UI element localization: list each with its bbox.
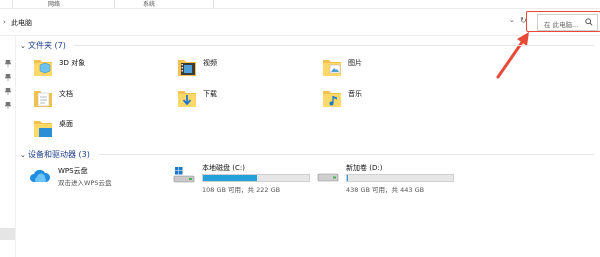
drive-usage-bar xyxy=(202,174,310,182)
drive-name: 新加卷 (D:) xyxy=(346,164,383,172)
folder-item-3d-objects[interactable]: 3D 对象 xyxy=(33,56,153,80)
drive-capacity-text: 108 GB 可用，共 222 GB xyxy=(202,186,281,194)
pin-icon[interactable] xyxy=(5,88,11,95)
drive-name: WPS云盘 xyxy=(58,167,88,175)
folder-label: 音乐 xyxy=(348,90,362,98)
documents-folder-icon xyxy=(34,91,52,107)
ribbon-tab-strip: 网络 系统 xyxy=(0,0,600,9)
folder-item-documents[interactable]: 文档 xyxy=(33,87,153,111)
section-header-folders[interactable]: ⌄ 文件夹 (7) xyxy=(20,40,66,51)
ribbon-separator xyxy=(114,0,115,9)
3d-objects-folder-icon xyxy=(34,60,52,76)
drive-subtitle: 双击进入WPS云盘 xyxy=(58,179,112,187)
folder-item-videos[interactable]: 视频 xyxy=(177,56,297,80)
downloads-folder-icon xyxy=(178,91,196,107)
folder-label: 下载 xyxy=(203,90,217,98)
folder-item-downloads[interactable]: 下载 xyxy=(177,87,297,111)
pictures-folder-icon xyxy=(323,60,341,76)
drive-capacity-text: 438 GB 可用，共 443 GB xyxy=(346,186,425,194)
folder-label: 视频 xyxy=(203,59,217,67)
music-folder-icon xyxy=(323,91,341,107)
navigation-pane xyxy=(0,36,16,257)
drive-usage-fill xyxy=(203,175,258,181)
drive-item-d[interactable]: 新加卷 (D:) 438 GB 可用，共 443 GB xyxy=(317,163,467,197)
folder-item-desktop[interactable]: 桌面 xyxy=(33,117,153,141)
highlight-box xyxy=(526,11,600,32)
collapse-chevron-icon[interactable]: ⌄ xyxy=(20,151,28,159)
address-breadcrumb[interactable]: 此电脑 xyxy=(11,18,32,28)
folder-label: 图片 xyxy=(348,59,362,67)
folder-label: 文档 xyxy=(59,90,73,98)
breadcrumb-chevron-icon[interactable]: › xyxy=(3,18,6,26)
section-divider xyxy=(74,45,594,46)
tab-system[interactable]: 系统 xyxy=(143,0,155,9)
drive-item-wps-cloud[interactable]: WPS云盘 双击进入WPS云盘 xyxy=(29,166,169,196)
wps-cloud-icon xyxy=(30,169,51,182)
section-title: 设备和驱动器 (3) xyxy=(28,150,90,159)
section-header-drives[interactable]: ⌄ 设备和驱动器 (3) xyxy=(20,149,90,160)
nav-selected-item[interactable] xyxy=(0,228,15,240)
folder-label: 3D 对象 xyxy=(59,59,86,67)
folder-label: 桌面 xyxy=(59,120,73,128)
ribbon-separator xyxy=(12,0,13,9)
windows-drive-icon xyxy=(173,167,195,183)
collapse-chevron-icon[interactable]: ⌄ xyxy=(20,42,28,50)
drive-usage-fill xyxy=(347,175,349,181)
drive-item-c[interactable]: 本地磁盘 (C:) 108 GB 可用，共 222 GB xyxy=(173,163,323,197)
section-divider xyxy=(99,154,594,155)
section-title: 文件夹 (7) xyxy=(28,41,66,50)
annotation-arrow-icon xyxy=(496,32,529,79)
pin-icon[interactable] xyxy=(5,60,11,67)
drive-name: 本地磁盘 (C:) xyxy=(202,164,245,172)
ribbon-separator xyxy=(213,0,214,9)
pin-icon[interactable] xyxy=(5,74,11,81)
desktop-folder-icon xyxy=(34,121,52,137)
address-dropdown-icon[interactable]: ⌄ xyxy=(509,16,515,24)
folder-item-pictures[interactable]: 图片 xyxy=(322,56,442,80)
drive-icon xyxy=(317,173,339,182)
videos-folder-icon xyxy=(178,60,196,76)
tab-network[interactable]: 网络 xyxy=(48,0,60,9)
drive-usage-bar xyxy=(346,174,454,182)
folder-item-music[interactable]: 音乐 xyxy=(322,87,442,111)
pin-icon[interactable] xyxy=(5,102,11,109)
